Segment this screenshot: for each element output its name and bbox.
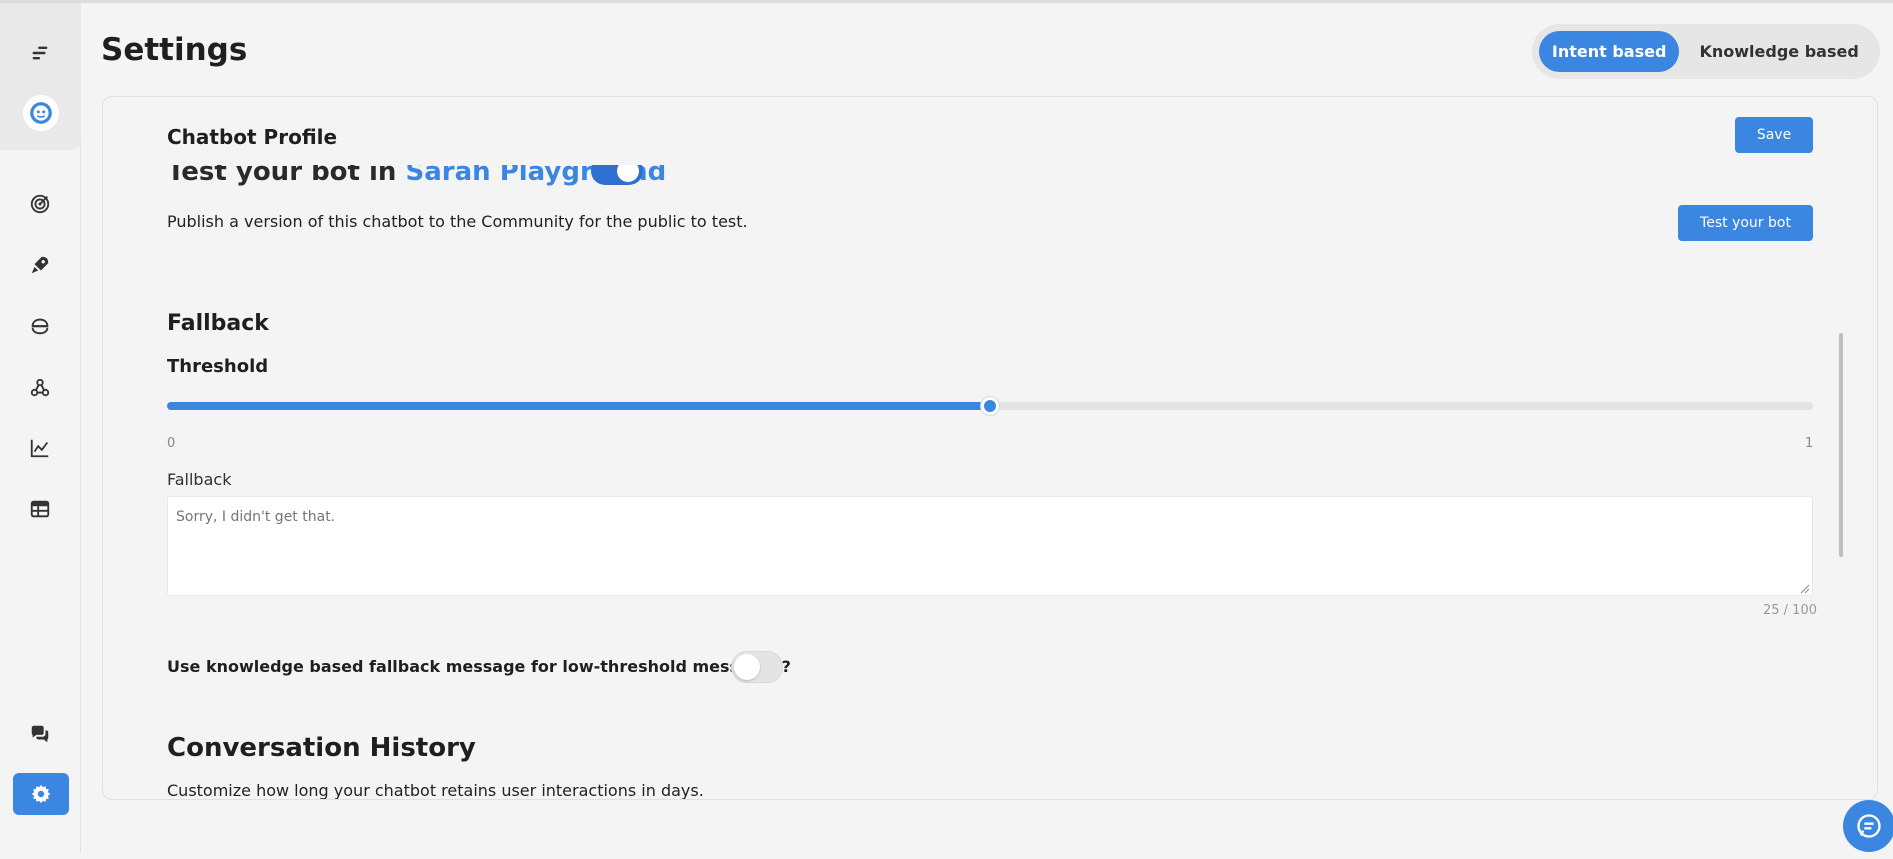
- collapse-icon[interactable]: [20, 33, 60, 73]
- test-your-bot-button[interactable]: Test your bot: [1678, 205, 1813, 241]
- publish-description: Publish a version of this chatbot to the…: [167, 212, 748, 231]
- slider-min-label: 0: [167, 436, 176, 451]
- card-title: Chatbot Profile: [167, 125, 338, 149]
- threshold-slider-thumb[interactable]: [981, 397, 999, 415]
- resize-grip-icon[interactable]: [1800, 584, 1810, 594]
- conversations-icon[interactable]: [20, 714, 60, 754]
- card-header: [103, 97, 1877, 165]
- mode-toggle: Intent based Knowledge based: [1532, 24, 1880, 79]
- fallback-section-title: Fallback: [167, 311, 269, 336]
- scrollbar-thumb[interactable]: [1839, 333, 1843, 557]
- target-icon[interactable]: [20, 184, 60, 224]
- kb-fallback-label: Use knowledge based fallback message for…: [167, 657, 791, 676]
- webhook-icon[interactable]: [20, 368, 60, 408]
- threshold-label: Threshold: [167, 356, 269, 377]
- bot-logo-icon[interactable]: [23, 95, 59, 131]
- analytics-icon[interactable]: [20, 428, 60, 468]
- threshold-slider-fill: [167, 402, 990, 410]
- window-top-border: [0, 0, 1893, 3]
- tab-intent-based[interactable]: Intent based: [1539, 31, 1680, 72]
- rocket-icon[interactable]: [20, 245, 60, 285]
- kb-fallback-toggle[interactable]: [731, 651, 783, 683]
- tab-knowledge-based[interactable]: Knowledge based: [1685, 31, 1873, 72]
- sidebar: [0, 3, 81, 853]
- save-button[interactable]: Save: [1735, 117, 1813, 153]
- char-count: 25 / 100: [1763, 603, 1817, 618]
- chat-bubble-icon: [1857, 814, 1881, 838]
- fallback-message-input[interactable]: [167, 496, 1813, 596]
- chatbot-profile-card: Test your bot in Sarah Playground Chatbo…: [102, 96, 1878, 800]
- page-title: Settings: [101, 32, 248, 68]
- fallback-field-label: Fallback: [167, 470, 232, 489]
- threshold-slider[interactable]: [167, 397, 1813, 415]
- slider-max-label: 1: [1805, 436, 1814, 451]
- chat-support-button[interactable]: [1843, 800, 1893, 852]
- conversation-history-description: Customize how long your chatbot retains …: [167, 781, 704, 800]
- table-icon[interactable]: [20, 489, 60, 529]
- conversation-history-title: Conversation History: [167, 733, 476, 763]
- switch-icon[interactable]: [20, 306, 60, 346]
- gear-icon[interactable]: [13, 773, 69, 815]
